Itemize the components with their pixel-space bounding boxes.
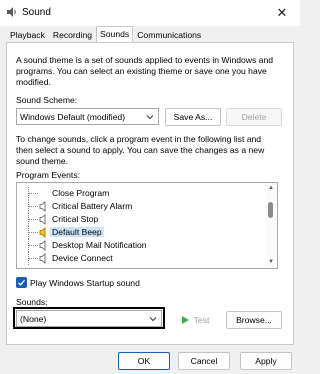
startup-sound-label: Play Windows Startup sound	[30, 278, 140, 288]
apply-button[interactable]: Apply	[240, 352, 292, 370]
tree-line	[28, 232, 38, 233]
tab-strip: Playback Recording Sounds Communications	[6, 26, 205, 43]
tab-recording[interactable]: Recording	[49, 27, 96, 42]
event-label: Device Connect	[52, 253, 113, 263]
ok-button[interactable]: OK	[118, 352, 170, 370]
event-label: Close Program	[52, 188, 110, 198]
browse-button[interactable]: Browse...	[226, 311, 282, 329]
speaker-icon	[39, 253, 46, 264]
event-label: Desktop Mail Notification	[52, 240, 147, 250]
sounds-value: (None)	[20, 314, 47, 324]
list-item[interactable]: Device Connect	[17, 252, 265, 265]
tab-playback[interactable]: Playback	[6, 27, 49, 42]
event-label: Critical Stop	[52, 214, 99, 224]
scrollbar-thumb[interactable]	[268, 202, 273, 218]
program-events-list[interactable]: Close Program Critical Battery Alarm Cri…	[16, 182, 278, 269]
event-label: Critical Battery Alarm	[52, 201, 133, 211]
scroll-down-icon[interactable]: ▼	[268, 259, 274, 265]
sounds-label: Sounds:	[16, 297, 48, 307]
speaker-icon	[39, 214, 46, 225]
list-item[interactable]: Close Program	[17, 187, 265, 200]
sound-scheme-value: Windows Default (modified)	[20, 112, 126, 122]
tree-line	[28, 245, 38, 246]
instructions-line: sound theme.	[16, 156, 69, 167]
tab-communications[interactable]: Communications	[133, 27, 205, 42]
startup-sound-checkbox[interactable]	[16, 277, 27, 288]
instructions-line: then select a sound to apply. You can sa…	[16, 145, 265, 156]
event-label: Default Beep	[50, 227, 104, 237]
list-item[interactable]: Critical Battery Alarm	[17, 200, 265, 213]
speaker-app-icon	[7, 7, 16, 17]
chevron-down-icon	[146, 115, 154, 120]
description-line: A sound theme is a set of sounds applied…	[16, 55, 274, 65]
tree-line	[28, 206, 38, 207]
instructions-line: To change sounds, click a program event …	[16, 134, 262, 144]
delete-button[interactable]: Delete	[226, 108, 282, 126]
speaker-icon	[39, 240, 46, 251]
list-item[interactable]: Critical Stop	[17, 213, 265, 226]
scroll-up-icon[interactable]: ▲	[268, 185, 274, 191]
cancel-button[interactable]: Cancel	[178, 352, 230, 370]
sound-scheme-label: Sound Scheme:	[16, 95, 78, 105]
program-events-label: Program Events:	[16, 170, 80, 180]
sounds-select[interactable]: (None)	[16, 310, 162, 327]
chevron-down-icon	[149, 317, 157, 322]
description-line: programs. You can select an existing the…	[16, 66, 267, 77]
close-button[interactable]: ✕	[264, 0, 300, 26]
save-as-button[interactable]: Save As...	[165, 108, 221, 126]
test-button[interactable]: Test	[172, 311, 218, 329]
list-item[interactable]: Desktop Mail Notification	[17, 239, 265, 252]
description-line: modified.	[16, 77, 51, 88]
window-title: Sound	[22, 7, 51, 18]
change-instructions: To change sounds, click a program event …	[16, 134, 284, 168]
theme-description: A sound theme is a set of sounds applied…	[16, 55, 284, 89]
tree-line	[28, 219, 38, 220]
play-icon	[181, 316, 189, 324]
test-label: Test	[193, 315, 210, 325]
title-bar: Sound ✕	[0, 0, 300, 26]
tree-line	[28, 193, 38, 194]
checkmark-icon	[18, 279, 25, 286]
tab-sounds[interactable]: Sounds	[96, 26, 134, 43]
list-item[interactable]: Default Beep	[17, 226, 265, 239]
speaker-icon	[39, 201, 46, 212]
speaker-icon	[39, 227, 46, 238]
events-scrollbar[interactable]: ▲ ▼	[265, 183, 277, 268]
tree-line	[28, 258, 38, 259]
sound-scheme-select[interactable]: Windows Default (modified)	[16, 108, 159, 125]
